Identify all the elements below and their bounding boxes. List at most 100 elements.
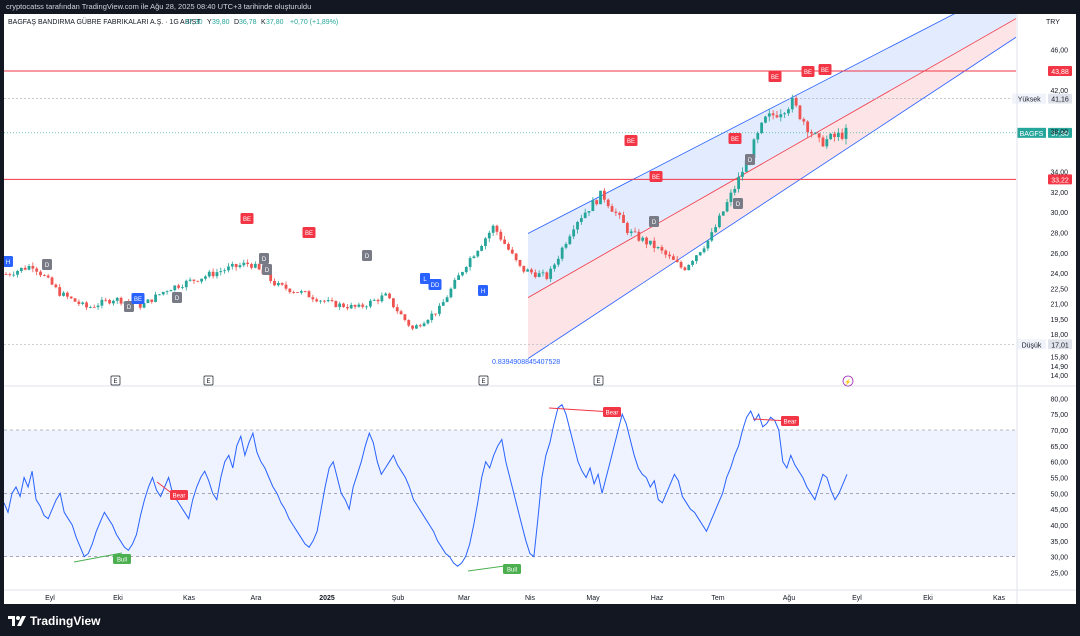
candle-body <box>384 293 388 296</box>
candle-body <box>349 304 353 309</box>
candle-body <box>399 311 403 315</box>
pattern-badge-label: H <box>6 260 10 266</box>
candle-body <box>96 305 100 308</box>
candle-body <box>533 272 537 278</box>
candle-body <box>518 259 522 266</box>
pattern-badge-label: BE <box>134 297 142 303</box>
candle-body <box>411 325 414 329</box>
time-tick-label: Mar <box>458 595 471 602</box>
divergence-label: Bear <box>606 411 619 417</box>
candle-body <box>480 245 484 251</box>
pattern-badge-label: D <box>652 220 657 226</box>
candle-body <box>706 240 710 249</box>
candle-body <box>610 206 614 212</box>
earnings-marker-label: E <box>481 379 485 385</box>
candle-body <box>273 280 276 286</box>
candle-body <box>648 240 652 245</box>
candle-body <box>345 306 349 309</box>
candle-body <box>376 299 380 302</box>
candle-body <box>790 98 794 110</box>
divergence-label: Bear <box>173 494 186 500</box>
candle-body <box>560 247 564 259</box>
candle-body <box>426 319 430 324</box>
candle-body <box>503 239 507 244</box>
candle-body <box>81 302 85 304</box>
time-tick-label: Ara <box>251 595 262 602</box>
candle-body <box>671 256 675 260</box>
candle-body <box>522 265 526 272</box>
rsi-tick-label: 80,00 <box>1050 396 1068 403</box>
rsi-tick-label: 25,00 <box>1050 571 1068 578</box>
candle-body <box>568 236 572 245</box>
candle-body <box>691 261 694 265</box>
time-tick-label: Eyl <box>45 595 55 602</box>
time-tick-label: Eki <box>113 595 123 602</box>
currency-label: TRY <box>1046 19 1060 26</box>
candle-body <box>541 272 545 274</box>
candle-body <box>537 273 541 278</box>
candle-body <box>372 299 376 301</box>
price-tick-label: 15,80 <box>1050 355 1068 362</box>
pattern-badge-label: BE <box>305 231 313 237</box>
candle-body <box>207 271 211 277</box>
candle-body <box>299 291 303 293</box>
price-chart[interactable]: 0.8394908845407528 43,88 41,16 Yüksek 37,80… <box>3 0 1076 604</box>
candle-body <box>16 270 19 275</box>
candle-body <box>23 267 27 270</box>
divergence-label: Bull <box>507 568 517 574</box>
candle-body <box>783 113 787 115</box>
candle-body <box>810 131 813 134</box>
tradingview-logo-icon <box>8 616 26 626</box>
candle-body <box>111 300 115 304</box>
candle-body <box>756 132 760 140</box>
candle-body <box>449 288 453 298</box>
candle-body <box>587 211 591 213</box>
candle-body <box>725 202 729 212</box>
candle-body <box>683 267 687 271</box>
candle-body <box>357 304 361 307</box>
candle-body <box>764 116 767 123</box>
pattern-badge-label: BE <box>627 139 635 145</box>
candle-body <box>836 132 840 138</box>
candle-body <box>457 275 461 280</box>
candle-body <box>418 325 422 327</box>
chart-frame[interactable]: 0.8394908845407528 43,88 41,16 Yüksek 37,80… <box>3 0 1076 604</box>
candle-body <box>798 105 802 120</box>
channel-lower-fill <box>528 18 1016 359</box>
candle-body <box>88 307 92 308</box>
candle-body <box>844 127 848 139</box>
candle-body <box>813 133 817 135</box>
candle-body <box>415 325 418 329</box>
candle-body <box>46 275 50 278</box>
candle-body <box>583 212 587 219</box>
candle-body <box>760 122 764 133</box>
channel-upper-fill <box>528 0 1016 298</box>
candle-body <box>380 295 384 302</box>
candle-body <box>319 300 322 302</box>
candle-body <box>39 271 42 276</box>
candle-body <box>794 98 798 106</box>
candle-body <box>31 265 35 269</box>
candle-body <box>315 299 319 302</box>
candle-body <box>687 264 691 271</box>
candle-body <box>92 307 96 308</box>
candle-body <box>771 113 775 116</box>
candle-body <box>104 299 108 301</box>
candle-body <box>307 291 311 298</box>
candle-body <box>668 254 671 257</box>
pattern-badge-label: D <box>736 202 741 208</box>
candle-body <box>645 237 648 245</box>
tradingview-logo[interactable]: TradingView <box>8 614 100 628</box>
earnings-marker-label: E <box>113 379 117 385</box>
candle-body <box>675 259 679 263</box>
candle-body <box>825 139 829 147</box>
time-tick-label: Eyl <box>852 595 862 602</box>
price-tick-label: 22,50 <box>1050 286 1068 293</box>
candle-body <box>729 192 733 203</box>
candle-body <box>679 262 683 268</box>
candle-body <box>200 278 204 282</box>
candle-body <box>629 231 633 234</box>
candle-body <box>227 266 230 271</box>
key-price-value: 41,16 <box>1051 97 1069 104</box>
key-price-value: 33,22 <box>1051 177 1069 184</box>
